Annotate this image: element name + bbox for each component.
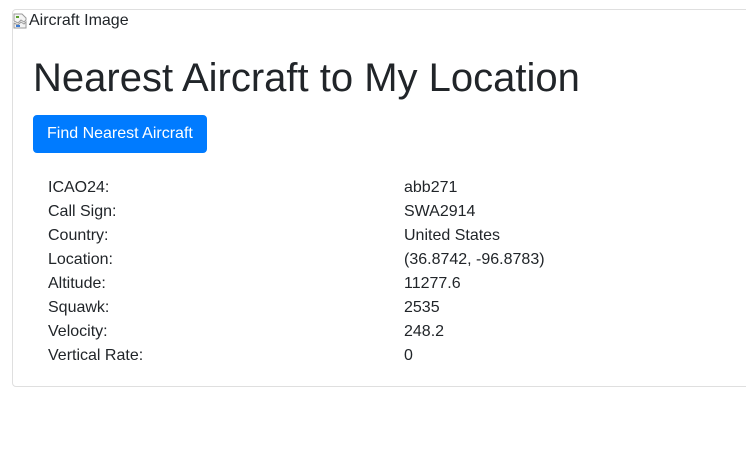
info-row-velocity: Velocity: 248.2	[48, 320, 608, 344]
info-row-squawk: Squawk: 2535	[48, 296, 608, 320]
card-body: Nearest Aircraft to My Location Find Nea…	[33, 54, 731, 153]
country-value: United States	[404, 227, 501, 244]
aircraft-image: Aircraft Image	[13, 11, 129, 31]
squawk-label: Squawk:	[48, 299, 110, 316]
velocity-label: Velocity:	[48, 323, 108, 340]
info-row-call-sign: Call Sign: SWA2914	[48, 200, 608, 224]
info-row-altitude: Altitude: 11277.6	[48, 272, 608, 296]
altitude-label: Altitude:	[48, 275, 106, 292]
icao24-value: abb271	[404, 179, 458, 196]
velocity-value: 248.2	[404, 323, 445, 340]
broken-image-icon	[13, 13, 27, 29]
aircraft-card: Aircraft Image Nearest Aircraft to My Lo…	[12, 9, 746, 387]
location-label: Location:	[48, 251, 113, 268]
find-nearest-aircraft-button[interactable]: Find Nearest Aircraft	[33, 115, 207, 153]
icao24-label: ICAO24:	[48, 179, 110, 196]
location-value: (36.8742, -96.8783)	[404, 251, 545, 268]
call-sign-value: SWA2914	[404, 203, 476, 220]
altitude-value: 11277.6	[404, 275, 461, 292]
info-row-country: Country: United States	[48, 224, 608, 248]
page-title: Nearest Aircraft to My Location	[33, 56, 580, 100]
info-row-icao24: ICAO24: abb271	[48, 176, 608, 200]
country-label: Country:	[48, 227, 109, 244]
squawk-value: 2535	[404, 299, 440, 316]
vertical-rate-value: 0	[404, 347, 413, 364]
info-row-location: Location: (36.8742, -96.8783)	[48, 248, 608, 272]
vertical-rate-label: Vertical Rate:	[48, 347, 144, 364]
aircraft-image-alt-text: Aircraft Image	[29, 12, 129, 29]
info-row-vertical-rate: Vertical Rate: 0	[48, 344, 608, 368]
aircraft-info-table: ICAO24: abb271 Call Sign: SWA2914 Countr…	[48, 176, 608, 368]
call-sign-label: Call Sign:	[48, 203, 117, 220]
